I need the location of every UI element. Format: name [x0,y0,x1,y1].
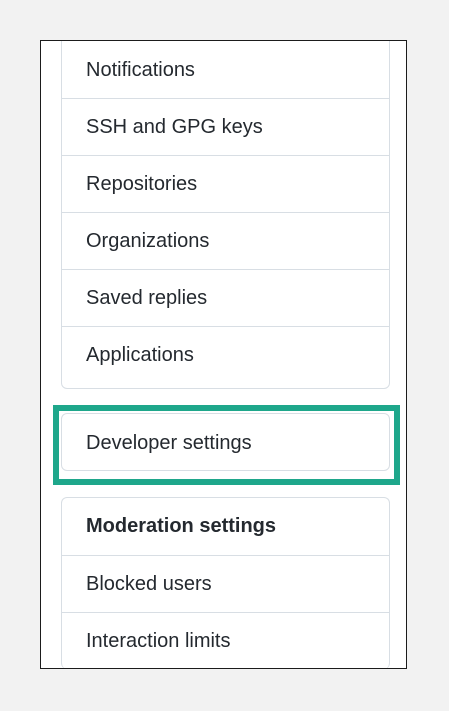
menu-item-saved-replies[interactable]: Saved replies [62,269,389,326]
menu-item-notifications[interactable]: Notifications [62,41,389,98]
menu-item-developer-settings[interactable]: Developer settings [62,414,389,470]
menu-item-ssh-gpg-keys[interactable]: SSH and GPG keys [62,98,389,155]
menu-item-blocked-users[interactable]: Blocked users [62,555,389,612]
menu-item-interaction-limits[interactable]: Interaction limits [62,612,389,668]
moderation-heading: Moderation settings [86,515,277,537]
screenshot-frame: Notifications SSH and GPG keys Repositor… [40,40,407,669]
moderation-menu: Moderation settings Blocked users Intera… [61,497,390,668]
menu-item-applications[interactable]: Applications [62,326,389,383]
developer-menu: Developer settings [61,413,390,471]
menu-item-repositories[interactable]: Repositories [62,155,389,212]
settings-menu: Notifications SSH and GPG keys Repositor… [61,41,390,389]
menu-item-organizations[interactable]: Organizations [62,212,389,269]
